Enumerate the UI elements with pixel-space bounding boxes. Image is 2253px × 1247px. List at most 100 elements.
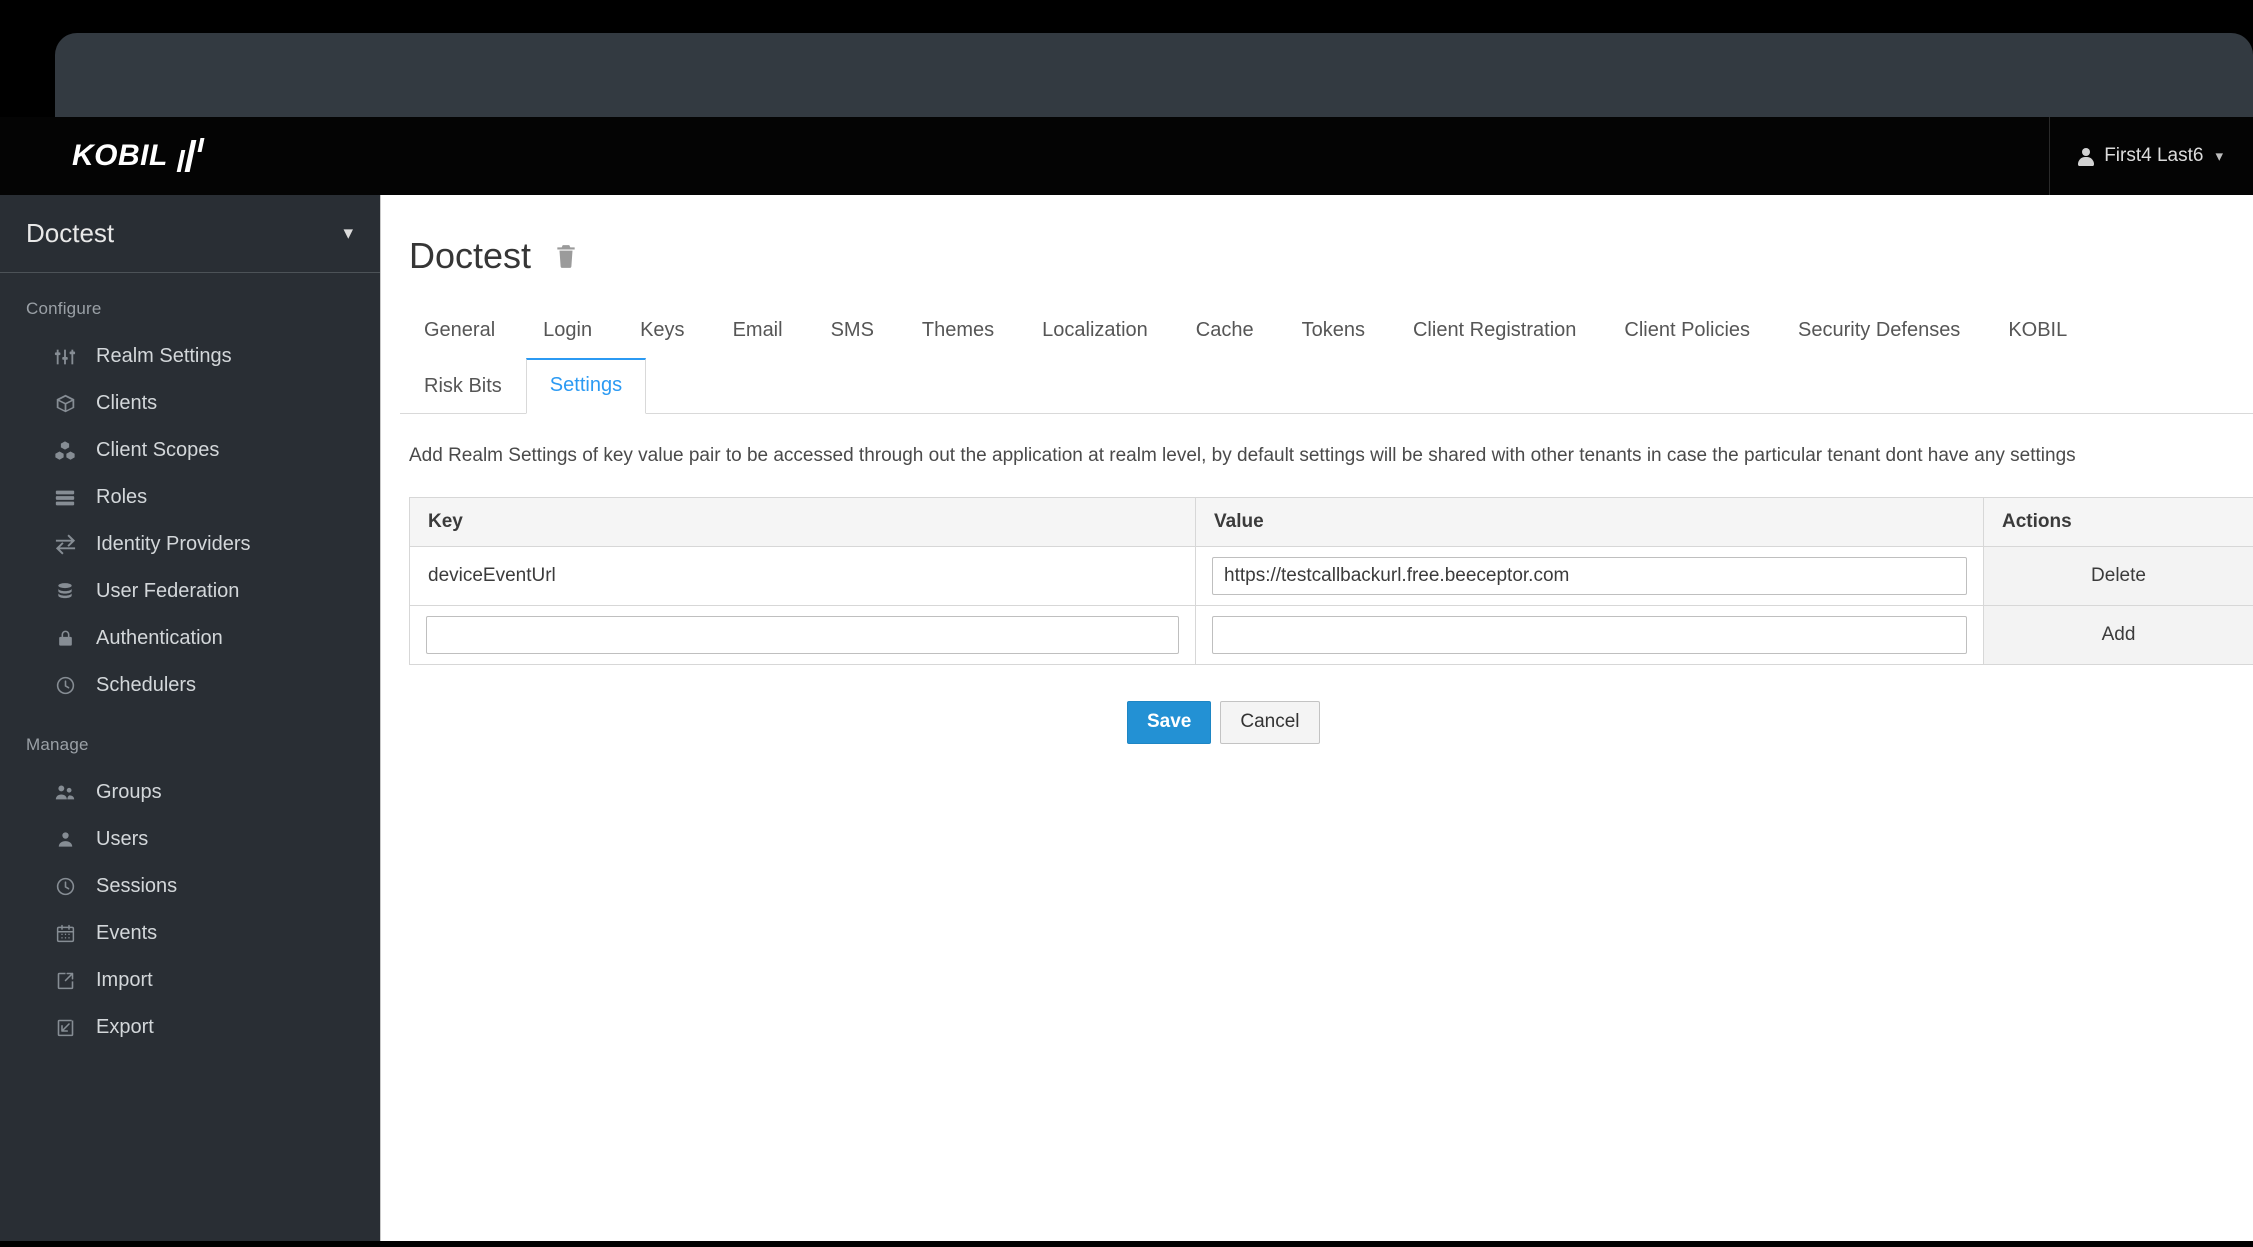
main-content: Doctest General Login Keys Email SMS The… bbox=[382, 195, 2253, 1241]
sidebar-item-user-federation[interactable]: User Federation bbox=[0, 568, 380, 615]
new-key-input[interactable] bbox=[426, 616, 1179, 654]
tab-localization[interactable]: Localization bbox=[1018, 304, 1172, 358]
brand-logo[interactable]: KOBIL bbox=[72, 117, 211, 195]
table-header-row: Key Value Actions bbox=[409, 497, 2253, 547]
top-navbar: KOBIL First4 Last6 ▾ bbox=[0, 117, 2253, 195]
tab-row-primary: General Login Keys Email SMS Themes Loca… bbox=[400, 303, 2253, 357]
tab-row-secondary: Risk Bits Settings bbox=[400, 357, 2253, 414]
page-header: Doctest bbox=[382, 195, 2253, 277]
value-input-deviceeventurl[interactable] bbox=[1212, 557, 1967, 595]
tab-client-policies[interactable]: Client Policies bbox=[1600, 304, 1774, 358]
tab-login[interactable]: Login bbox=[519, 304, 616, 358]
sidebar-item-events[interactable]: Events bbox=[0, 910, 380, 957]
delete-button[interactable]: Delete bbox=[1983, 546, 2253, 606]
add-button[interactable]: Add bbox=[1983, 605, 2253, 665]
sidebar-item-sessions[interactable]: Sessions bbox=[0, 863, 380, 910]
sidebar-item-authentication[interactable]: Authentication bbox=[0, 615, 380, 662]
column-header-value: Value bbox=[1195, 497, 1984, 547]
sidebar-item-label: Realm Settings bbox=[96, 345, 232, 367]
export-arrow-icon bbox=[52, 1015, 78, 1041]
realm-selector[interactable]: Doctest ▾ bbox=[0, 195, 380, 273]
shell-bottom-margin bbox=[0, 1241, 2253, 1247]
tab-kobil[interactable]: KOBIL bbox=[1984, 304, 2091, 358]
tab-bar: General Login Keys Email SMS Themes Loca… bbox=[382, 303, 2253, 414]
tab-client-registration[interactable]: Client Registration bbox=[1389, 304, 1600, 358]
user-avatar-icon bbox=[2078, 147, 2095, 166]
chevron-down-icon: ▾ bbox=[2215, 148, 2223, 165]
save-button[interactable]: Save bbox=[1127, 701, 1212, 744]
sidebar-item-label: Users bbox=[96, 828, 149, 850]
lock-icon bbox=[52, 626, 78, 652]
table-body: deviceEventUrl Delete Add bbox=[409, 546, 2253, 665]
sidebar-item-label: Sessions bbox=[96, 875, 178, 897]
sidebar-item-label: Authentication bbox=[96, 627, 223, 649]
table-row: deviceEventUrl Delete bbox=[409, 546, 2253, 606]
sidebar-item-label: Export bbox=[96, 1016, 154, 1038]
sidebar-item-client-scopes[interactable]: Client Scopes bbox=[0, 427, 380, 474]
sidebar-item-schedulers[interactable]: Schedulers bbox=[0, 662, 380, 709]
user-icon bbox=[52, 827, 78, 853]
sidebar-item-identity-providers[interactable]: Identity Providers bbox=[0, 521, 380, 568]
sidebar-section-configure-title: Configure bbox=[26, 299, 102, 318]
sidebar-item-label: Identity Providers bbox=[96, 533, 251, 555]
form-actions: Save Cancel bbox=[1127, 701, 2253, 744]
sidebar-item-groups[interactable]: Groups bbox=[0, 769, 380, 816]
sidebar-item-import[interactable]: Import bbox=[0, 957, 380, 1004]
page-title: Doctest bbox=[409, 235, 532, 276]
tab-email[interactable]: Email bbox=[709, 304, 807, 358]
clock-icon bbox=[52, 673, 78, 699]
sidebar-item-label: Clients bbox=[96, 392, 158, 414]
cell-value-new bbox=[1195, 605, 1984, 665]
cube-icon bbox=[52, 391, 78, 417]
user-name-label: First4 Last6 bbox=[2104, 145, 2204, 166]
tab-cache[interactable]: Cache bbox=[1172, 304, 1278, 358]
settings-description: Add Realm Settings of key value pair to … bbox=[409, 445, 2076, 466]
cancel-button[interactable]: Cancel bbox=[1220, 701, 1320, 744]
new-value-input[interactable] bbox=[1212, 616, 1967, 654]
tab-keys[interactable]: Keys bbox=[616, 304, 708, 358]
sidebar-section-manage-title: Manage bbox=[26, 735, 89, 754]
import-arrow-icon bbox=[52, 968, 78, 994]
settings-table: Key Value Actions deviceEventUrl Delete bbox=[409, 497, 2253, 665]
sidebar-item-label: Client Scopes bbox=[96, 439, 220, 461]
sidebar-item-users[interactable]: Users bbox=[0, 816, 380, 863]
cell-value-deviceeventurl bbox=[1195, 546, 1984, 606]
database-icon bbox=[52, 579, 78, 605]
sidebar-item-label: Roles bbox=[96, 486, 148, 508]
sliders-icon bbox=[52, 344, 78, 370]
tab-underline bbox=[400, 413, 2253, 414]
sidebar-item-roles[interactable]: Roles bbox=[0, 474, 380, 521]
tab-security-defenses[interactable]: Security Defenses bbox=[1774, 304, 1984, 358]
tab-settings[interactable]: Settings bbox=[525, 358, 647, 414]
page-viewport: KOBIL First4 Last6 ▾ Doctest ▾ Configure bbox=[0, 117, 2253, 1241]
cell-key-deviceeventurl: deviceEventUrl bbox=[409, 546, 1196, 606]
cell-key-new bbox=[409, 605, 1196, 665]
trash-icon[interactable] bbox=[553, 242, 579, 270]
tab-themes[interactable]: Themes bbox=[898, 304, 1018, 358]
kobil-bars-logo-icon bbox=[176, 138, 211, 174]
table-head: Key Value Actions bbox=[409, 497, 2253, 547]
user-menu[interactable]: First4 Last6 ▾ bbox=[2049, 117, 2253, 195]
sidebar-item-label: Import bbox=[96, 969, 153, 991]
sidebar: Doctest ▾ Configure Realm Settings Clien… bbox=[0, 195, 381, 1241]
sidebar-item-export[interactable]: Export bbox=[0, 1004, 380, 1051]
clock-icon bbox=[52, 874, 78, 900]
chevron-down-icon: ▾ bbox=[343, 223, 353, 244]
browser-shell: KOBIL First4 Last6 ▾ Doctest ▾ Configure bbox=[0, 0, 2253, 1247]
tab-general[interactable]: General bbox=[400, 304, 519, 358]
tab-tokens[interactable]: Tokens bbox=[1278, 304, 1389, 358]
tab-risk-bits[interactable]: Risk Bits bbox=[400, 360, 526, 414]
sidebar-item-clients[interactable]: Clients bbox=[0, 380, 380, 427]
exchange-arrows-icon bbox=[52, 532, 78, 558]
brand-text: KOBIL bbox=[72, 139, 168, 172]
column-header-key: Key bbox=[409, 497, 1196, 547]
sidebar-item-label: User Federation bbox=[96, 580, 240, 602]
sidebar-item-realm-settings[interactable]: Realm Settings bbox=[0, 333, 380, 380]
column-header-actions: Actions bbox=[1983, 497, 2253, 547]
tab-sms[interactable]: SMS bbox=[807, 304, 898, 358]
calendar-icon bbox=[52, 921, 78, 947]
sidebar-item-label: Schedulers bbox=[96, 674, 197, 696]
list-rows-icon bbox=[52, 485, 78, 511]
cubes-icon bbox=[52, 438, 78, 464]
sidebar-item-label: Events bbox=[96, 922, 158, 944]
